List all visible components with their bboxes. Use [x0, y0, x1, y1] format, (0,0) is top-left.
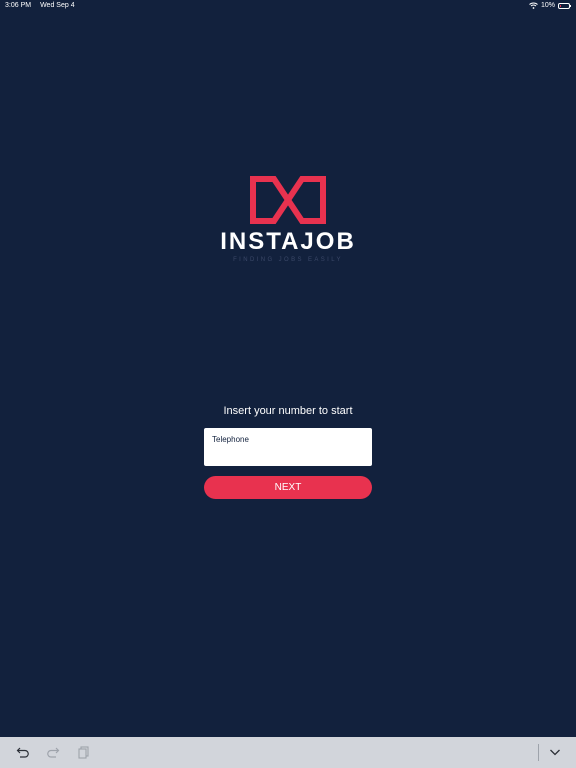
paste-icon[interactable]: [77, 745, 91, 759]
logo-name: INSTAJOB: [220, 228, 356, 255]
battery-percent: 10%: [540, 2, 555, 9]
telephone-input[interactable]: [204, 428, 372, 466]
chevron-down-icon[interactable]: [548, 745, 562, 759]
status-left: 3:06 PM Wed Sep 4: [5, 2, 75, 9]
status-right: 10%: [529, 2, 571, 9]
status-bar: 3:06 PM Wed Sep 4 10%: [0, 0, 576, 12]
next-button[interactable]: NEXT: [204, 476, 372, 499]
undo-icon[interactable]: [16, 745, 30, 759]
redo-icon[interactable]: [46, 745, 60, 759]
battery-icon: [558, 2, 571, 9]
start-prompt: Insert your number to start: [223, 405, 353, 417]
logo-tagline: FINDING JOBS EASILY: [233, 257, 343, 263]
telephone-field[interactable]: [204, 428, 372, 466]
bowtie-logo-icon: [250, 176, 326, 224]
keyboard-toolbar: [0, 737, 576, 768]
wifi-icon: [529, 2, 538, 9]
status-time: 3:06 PM: [5, 2, 32, 9]
status-date: Wed Sep 4: [40, 2, 75, 9]
instajob-logo: INSTAJOB FINDING JOBS EASILY: [0, 176, 576, 263]
toolbar-divider: [538, 744, 539, 761]
